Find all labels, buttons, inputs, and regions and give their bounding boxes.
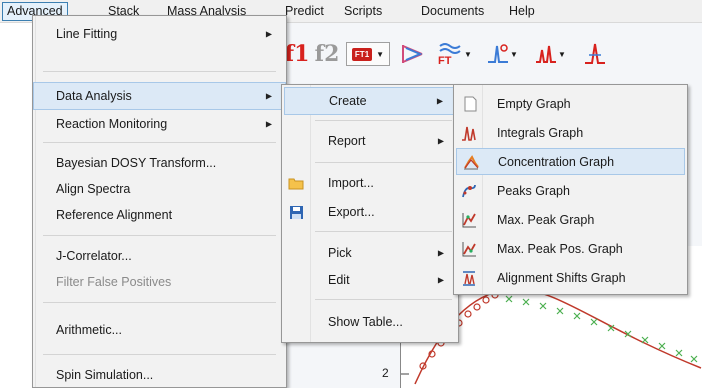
menu-help[interactable]: Help <box>505 2 539 21</box>
ft-label: FT <box>438 55 452 67</box>
chevron-down-icon: ▼ <box>558 49 566 59</box>
menu-item-peaks-graph[interactable]: Peaks Graph <box>454 177 687 205</box>
peaks-graph-icon <box>461 183 477 199</box>
menu-item-alignment-shifts-graph[interactable]: Alignment Shifts Graph <box>454 264 687 292</box>
menu-item-edit[interactable]: Edit ▶ <box>282 267 458 293</box>
submenu-arrow-icon: ▶ <box>265 29 272 39</box>
menu-item-arithmetic[interactable]: Arithmetic... <box>33 310 286 350</box>
menu-item-label: Create <box>329 94 367 108</box>
menu-item-label: Line Fitting <box>56 27 118 41</box>
menu-item-label: Align Spectra <box>56 182 131 196</box>
menu-item-label: Reference Alignment <box>56 208 173 222</box>
folder-icon <box>288 175 304 191</box>
menu-item-show-table[interactable]: Show Table... <box>282 307 458 337</box>
menu-separator <box>43 142 276 143</box>
menu-item-create[interactable]: Create ▶ <box>284 87 456 115</box>
menu-predict[interactable]: Predict <box>281 2 328 21</box>
menu-separator <box>315 120 452 121</box>
create-submenu: Empty Graph Integrals Graph Concentratio… <box>453 84 688 295</box>
menu-item-label: Max. Peak Pos. Graph <box>497 242 623 256</box>
menu-item-label: Export... <box>328 205 375 219</box>
menu-item-report[interactable]: Report ▶ <box>282 127 458 155</box>
menu-item-label: Empty Graph <box>497 97 571 111</box>
f2-button[interactable]: f2 <box>314 40 340 68</box>
menu-item-label: Max. Peak Graph <box>497 213 595 227</box>
menu-item-label: Edit <box>328 273 350 287</box>
menu-item-spin-simulation[interactable]: Spin Simulation... <box>33 362 286 388</box>
concentration-graph-icon <box>463 154 479 170</box>
menu-item-line-fitting[interactable]: Line Fitting ▶ <box>33 16 286 52</box>
integral-icon[interactable] <box>580 40 610 68</box>
phase-icon[interactable] <box>398 40 428 68</box>
chevron-down-icon: ▼ <box>376 49 385 59</box>
f1-button[interactable]: f1 <box>284 40 310 68</box>
menu-item-integrals-graph[interactable]: Integrals Graph <box>454 119 687 147</box>
menu-separator <box>43 302 276 303</box>
menu-item-concentration-graph[interactable]: Concentration Graph <box>456 148 685 175</box>
menu-item-label: Peaks Graph <box>497 184 570 198</box>
menu-item-label: Spin Simulation... <box>56 368 154 382</box>
menu-item-label: Report <box>328 134 366 148</box>
menu-item-label: Data Analysis <box>56 89 132 103</box>
submenu-arrow-icon: ▶ <box>265 91 272 101</box>
menu-scripts[interactable]: Scripts <box>340 2 386 21</box>
advanced-menu: Line Fitting ▶ Data Analysis ▶ Reaction … <box>32 15 287 388</box>
menu-item-reference-alignment[interactable]: Reference Alignment <box>33 202 286 228</box>
menu-documents[interactable]: Documents <box>417 2 488 21</box>
menu-separator <box>315 162 452 163</box>
menu-separator <box>43 354 276 355</box>
peak-pick-icon[interactable]: ▼ <box>482 40 522 68</box>
menu-item-label: Concentration Graph <box>498 154 615 169</box>
empty-graph-icon <box>462 96 478 112</box>
menu-item-pick[interactable]: Pick ▶ <box>282 240 458 266</box>
data-analysis-submenu: Create ▶ Report ▶ Import... Export... Pi… <box>281 84 459 343</box>
multiplet-icon[interactable]: ▼ <box>530 40 570 68</box>
submenu-arrow-icon: ▶ <box>437 248 444 258</box>
y-axis-tick: 2 <box>382 366 389 380</box>
menu-item-label: Arithmetic... <box>56 323 122 337</box>
menu-separator <box>315 299 452 300</box>
main-toolbar: f1 f2 FT1 ▼ FT ▼ ▼ ▼ <box>268 34 702 74</box>
alignment-shifts-graph-icon <box>461 270 477 286</box>
ft1-label: FT1 <box>351 47 373 61</box>
menu-separator <box>43 71 276 72</box>
menu-item-reaction-monitoring[interactable]: Reaction Monitoring ▶ <box>33 112 286 136</box>
menu-item-label: J-Correlator... <box>56 249 132 263</box>
menu-item-align-spectra[interactable]: Align Spectra <box>33 176 286 202</box>
menu-item-label: Pick <box>328 246 352 260</box>
chevron-down-icon: ▼ <box>464 49 472 59</box>
menu-item-label: Show Table... <box>328 315 403 329</box>
integrals-graph-icon <box>461 125 477 141</box>
ft-button[interactable]: FT ▼ <box>434 40 476 68</box>
max-peak-graph-icon <box>461 212 477 228</box>
chevron-down-icon: ▼ <box>510 49 518 59</box>
menu-item-export[interactable]: Export... <box>282 198 458 226</box>
submenu-arrow-icon: ▶ <box>437 275 444 285</box>
submenu-arrow-icon: ▶ <box>437 136 444 146</box>
menu-separator <box>43 235 276 236</box>
submenu-arrow-icon: ▶ <box>436 96 443 106</box>
menu-item-empty-graph[interactable]: Empty Graph <box>454 90 687 118</box>
submenu-arrow-icon: ▶ <box>265 119 272 129</box>
menu-item-label: Import... <box>328 176 374 190</box>
max-peak-pos-graph-icon <box>461 241 477 257</box>
menu-item-label: Filter False Positives <box>56 275 172 289</box>
menu-item-label: Alignment Shifts Graph <box>497 271 626 285</box>
menu-item-import[interactable]: Import... <box>282 169 458 197</box>
menu-item-max-peak-pos-graph[interactable]: Max. Peak Pos. Graph <box>454 235 687 263</box>
menu-item-j-correlator[interactable]: J-Correlator... <box>33 243 286 269</box>
menu-item-data-analysis[interactable]: Data Analysis ▶ <box>33 82 286 110</box>
menu-item-label: Bayesian DOSY Transform... <box>56 156 217 170</box>
ft1-dropdown[interactable]: FT1 ▼ <box>346 42 390 66</box>
menu-item-label: Integrals Graph <box>497 126 584 140</box>
menu-item-filter-false-positives[interactable]: Filter False Positives <box>33 269 286 295</box>
menu-separator <box>315 231 452 232</box>
menu-item-max-peak-graph[interactable]: Max. Peak Graph <box>454 206 687 234</box>
save-icon <box>288 204 304 220</box>
menu-item-bayesian-dosy[interactable]: Bayesian DOSY Transform... <box>33 150 286 176</box>
menu-item-label: Reaction Monitoring <box>56 117 168 131</box>
